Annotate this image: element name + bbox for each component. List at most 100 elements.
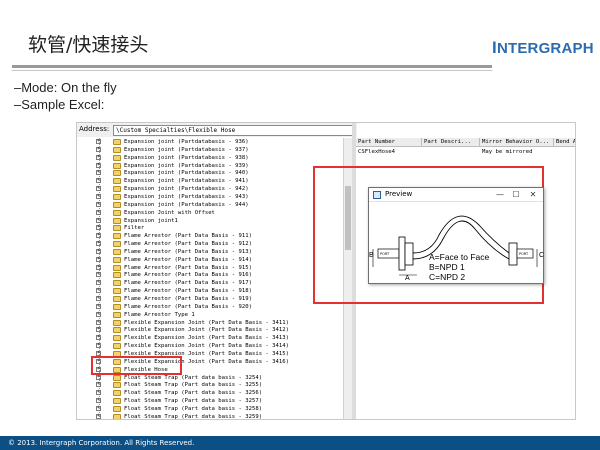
tree-row[interactable]: + Float Steam Trap (Part data basis - 325… [77, 389, 347, 397]
tree-row[interactable]: + Expansion joint (Partdatabasis - 941) [77, 177, 347, 185]
tree-row[interactable]: + Expansion joint (Partdatabasis - 944) [77, 201, 347, 209]
tree-row[interactable]: + Expansion joint (Partdatabasis - 940) [77, 169, 347, 177]
left-port-label: PORT [380, 252, 390, 256]
grid-header-part-number[interactable]: Part Number [356, 138, 422, 147]
tree-row[interactable]: + Flame Arrestor (Part Data Basis - 916) [77, 271, 347, 279]
tree-row[interactable]: + Flexible Expansion Joint (Part Data Bas… [77, 326, 347, 334]
minimize-icon[interactable]: — [493, 189, 507, 200]
tree-row[interactable]: + Flame Arrestor (Part Data Basis - 912) [77, 240, 347, 248]
address-input[interactable]: \Custom Specialties\Flexible Hose [113, 125, 353, 136]
tree-row[interactable]: + Expansion Joint with Offset [77, 209, 347, 217]
expand-icon[interactable]: + [96, 374, 101, 380]
close-icon[interactable]: ✕ [526, 189, 540, 200]
folder-icon [113, 311, 121, 318]
folder-icon [113, 374, 121, 381]
expand-icon[interactable]: + [96, 343, 101, 349]
expand-icon[interactable]: + [96, 303, 101, 309]
expand-icon[interactable]: + [96, 256, 101, 262]
folder-icon [113, 264, 121, 271]
tree-row[interactable]: + Flame Arrestor (Part Data Basis - 918) [77, 287, 347, 295]
tree-row[interactable]: + Filter [77, 224, 347, 232]
dim-a-label: A [405, 275, 410, 282]
grid-header-row: Part Number Part Descri... Mirror Behavi… [356, 138, 575, 147]
maximize-icon[interactable]: ☐ [509, 189, 523, 200]
legend-npd1: B=NPD 1 [429, 262, 465, 272]
expand-icon[interactable]: + [96, 170, 101, 176]
tree-row[interactable]: + Expansion joint (Partdatabasis - 936) [77, 138, 347, 146]
tree-row[interactable]: + Flexible Expansion Joint (Part Data Bas… [77, 334, 347, 342]
expand-icon[interactable]: + [96, 139, 101, 144]
expand-icon[interactable]: + [96, 201, 101, 207]
tree-row[interactable]: + Flame Arrestor (Part Data Basis - 919) [77, 295, 347, 303]
expand-icon[interactable]: + [96, 296, 101, 301]
expand-icon[interactable]: + [96, 272, 101, 278]
tree-row[interactable]: + Expansion joint1 [77, 217, 347, 225]
expand-icon[interactable]: + [96, 193, 101, 199]
tree-row[interactable]: + Float Steam Trap (Part data basis - 325… [77, 413, 347, 419]
expand-icon[interactable]: + [96, 248, 101, 254]
expand-icon[interactable]: + [96, 382, 101, 388]
tree-row[interactable]: + Flame Arrestor (Part Data Basis - 920) [77, 303, 347, 311]
expand-icon[interactable]: + [96, 311, 101, 317]
flexible-hose-highlight [91, 356, 182, 375]
expand-icon[interactable]: + [96, 233, 101, 239]
expand-icon[interactable]: + [96, 413, 101, 419]
tree-row[interactable]: + Flame Arrestor (Part Data Basis - 911) [77, 232, 347, 240]
expand-icon[interactable]: + [96, 390, 101, 396]
tree-row[interactable]: + Float Steam Trap (Part data basis - 325… [77, 381, 347, 389]
tree-item-label: Float Steam Trap (Part data basis - 3255… [124, 382, 263, 389]
grid-header-bend-angle[interactable]: Bend A [554, 138, 575, 147]
tree-row[interactable]: + Flame Arrestor (Part Data Basis - 917) [77, 279, 347, 287]
folder-icon [113, 390, 121, 397]
folder-icon [113, 256, 121, 263]
folder-icon [113, 335, 121, 342]
folder-icon [113, 319, 121, 326]
expand-icon[interactable]: + [96, 288, 101, 294]
tree-item-label: Flexible Expansion Joint (Part Data Basi… [124, 319, 290, 326]
tree-row[interactable]: + Flexible Expansion Joint (Part Data Bas… [77, 319, 347, 327]
grid-cell-part-number[interactable]: CSFlexHose4 [356, 148, 395, 156]
folder-icon [113, 343, 121, 350]
tree-row[interactable]: + Float Steam Trap (Part data basis - 325… [77, 397, 347, 405]
expand-icon[interactable]: + [96, 178, 101, 184]
tree-row[interactable]: + Expansion joint (Partdatabasis - 939) [77, 162, 347, 170]
tree-row[interactable]: + Expansion joint (Partdatabasis - 942) [77, 185, 347, 193]
tree-row[interactable]: + Flame Arrestor (Part Data Basis - 913) [77, 248, 347, 256]
grid-header-mirror-behavior[interactable]: Mirror Behavior O... [480, 138, 554, 147]
expand-icon[interactable]: + [96, 162, 101, 168]
tree-row[interactable]: + Expansion joint (Partdatabasis - 937) [77, 146, 347, 154]
preview-title: Preview [385, 190, 413, 198]
expand-icon[interactable]: + [96, 186, 101, 192]
tree-row[interactable]: + Flame Arrestor (Part Data Basis - 914) [77, 256, 347, 264]
grid-cell-mirror-behavior[interactable]: May be mirrored [480, 148, 533, 156]
expand-icon[interactable]: + [96, 335, 101, 341]
expand-icon[interactable]: + [96, 405, 101, 411]
expand-icon[interactable]: + [96, 398, 101, 404]
tree-item-label: Expansion joint1 [124, 217, 178, 224]
tree-item-label: Flame Arrestor (Part Data Basis - 913) [124, 248, 252, 255]
grid-header-part-description[interactable]: Part Descri... [422, 138, 480, 147]
tree-item-label: Flame Arrestor (Part Data Basis - 920) [124, 303, 252, 310]
expand-icon[interactable]: + [96, 319, 101, 325]
folder-icon [113, 405, 121, 412]
folder-icon [113, 162, 121, 169]
expand-icon[interactable]: + [96, 280, 101, 286]
tree-item-label: Flame Arrestor (Part Data Basis - 915) [124, 264, 252, 271]
tree-row[interactable]: + Float Steam Trap (Part data basis - 325… [77, 405, 347, 413]
tree-row[interactable]: + Expansion joint (Partdatabasis - 943) [77, 193, 347, 201]
tree-row[interactable]: + Flexible Expansion Joint (Part Data Bas… [77, 342, 347, 350]
expand-icon[interactable]: + [96, 146, 101, 152]
tree-row[interactable]: + Flame Arrestor Type 1 [77, 311, 347, 319]
tree-row[interactable]: + Flame Arrestor (Part Data Basis - 915) [77, 264, 347, 272]
expand-icon[interactable]: + [96, 225, 101, 231]
folder-icon [113, 146, 121, 153]
folder-icon [113, 225, 121, 232]
expand-icon[interactable]: + [96, 327, 101, 333]
expand-icon[interactable]: + [96, 217, 101, 223]
expand-icon[interactable]: + [96, 264, 101, 270]
expand-icon[interactable]: + [96, 154, 101, 160]
right-fitting [508, 242, 518, 266]
expand-icon[interactable]: + [96, 209, 101, 215]
expand-icon[interactable]: + [96, 241, 101, 247]
tree-row[interactable]: + Expansion joint (Partdatabasis - 938) [77, 154, 347, 162]
